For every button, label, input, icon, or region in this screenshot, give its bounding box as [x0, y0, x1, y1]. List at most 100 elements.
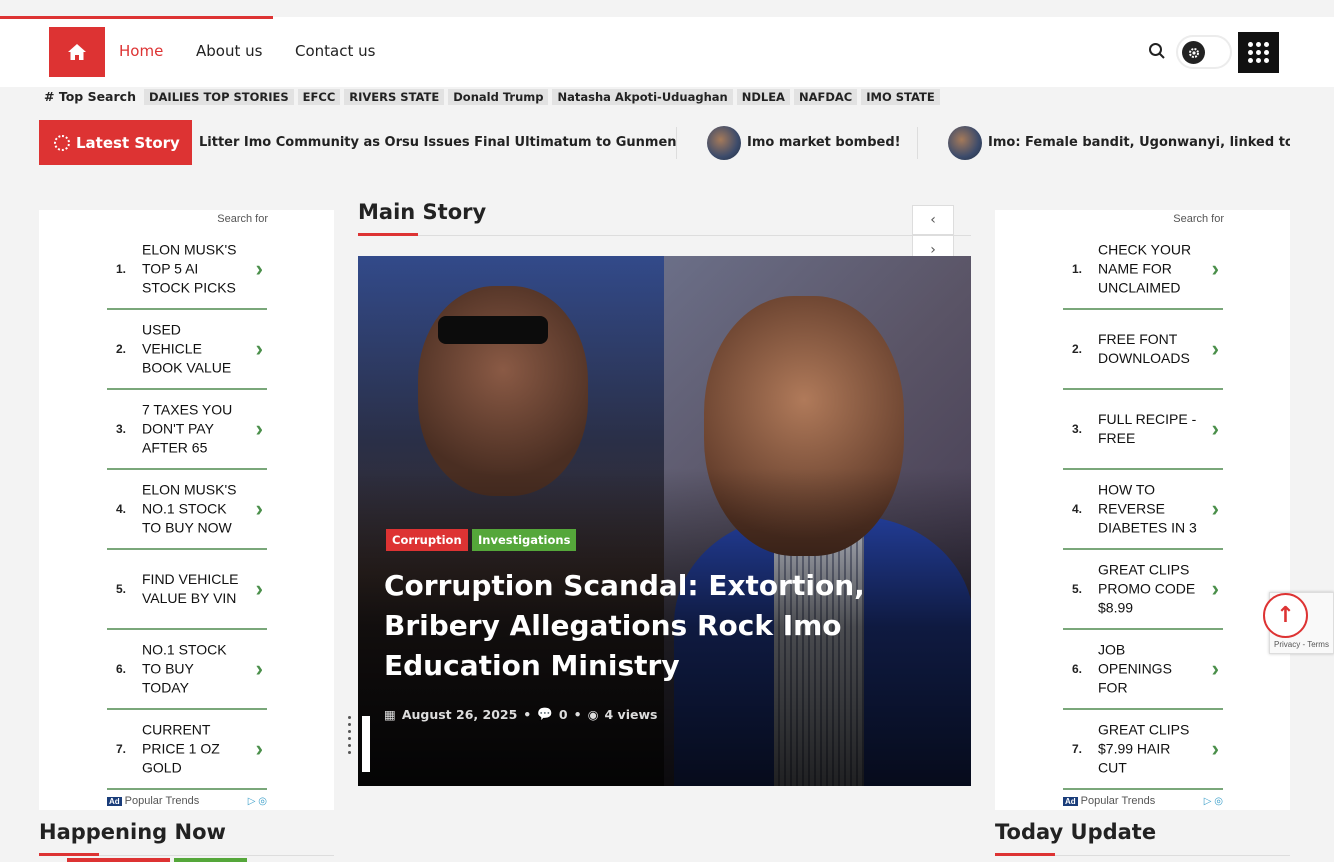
ad-link[interactable]: 7. CURRENT PRICE 1 OZ GOLD ›: [107, 710, 267, 790]
chevron-right-icon: ›: [1211, 496, 1219, 521]
tag-link[interactable]: DAILIES TOP STORIES: [143, 88, 294, 105]
comment-count[interactable]: 0: [559, 707, 568, 722]
ad-footer: Ad Popular Trends ▷ ◎: [107, 795, 267, 807]
chevron-right-icon: ›: [1211, 336, 1219, 361]
calendar-icon: ▦: [384, 706, 396, 722]
ad-text[interactable]: NO.1 STOCK TO BUY TODAY: [142, 641, 242, 698]
main-story-heading: Main Story: [358, 200, 487, 224]
ad-link[interactable]: 5. GREAT CLIPS PROMO CODE $8.99 ›: [1063, 550, 1223, 630]
category-strip: [67, 858, 170, 862]
chevron-right-icon: ›: [1211, 656, 1219, 681]
ad-link[interactable]: 4. HOW TO REVERSE DIABETES IN 3 ›: [1063, 470, 1223, 550]
heading-underline: [358, 233, 418, 236]
search-icon[interactable]: [1148, 42, 1166, 60]
ad-link[interactable]: 2. USED VEHICLE BOOK VALUE ›: [107, 310, 267, 390]
tag-link[interactable]: IMO STATE: [861, 88, 940, 105]
ad-link[interactable]: 3. 7 TAXES YOU DON'T PAY AFTER 65 ›: [107, 390, 267, 470]
chevron-right-icon: ›: [255, 736, 263, 761]
scroll-to-top-button[interactable]: ↑: [1263, 593, 1308, 638]
chevron-left-icon: ‹: [930, 212, 936, 228]
ad-number: 7.: [1072, 742, 1083, 756]
ticker-item-title[interactable]: Imo: Female bandit, Ugonwanyi, linked to…: [988, 135, 1290, 150]
ad-link[interactable]: 3. FULL RECIPE - FREE ›: [1063, 390, 1223, 470]
latest-story-label: Latest Story: [39, 120, 192, 165]
chevron-right-icon: ›: [1211, 416, 1219, 441]
ad-link[interactable]: 6. JOB OPENINGS FOR ›: [1063, 630, 1223, 710]
grid-menu-button[interactable]: [1238, 32, 1279, 73]
loading-spinner-icon: [54, 134, 70, 151]
header-accent-line: [0, 16, 273, 19]
tag-link[interactable]: Donald Trump: [448, 88, 549, 105]
eye-icon: ◉: [587, 706, 599, 722]
nav-about-us[interactable]: About us: [196, 42, 262, 60]
ad-link[interactable]: 2. FREE FONT DOWNLOADS ›: [1063, 310, 1223, 390]
nav-home[interactable]: Home: [119, 42, 163, 60]
tag-link[interactable]: RIVERS STATE: [344, 88, 445, 105]
ad-link[interactable]: 6. NO.1 STOCK TO BUY TODAY ›: [107, 630, 267, 710]
ad-text[interactable]: CHECK YOUR NAME FOR UNCLAIMED: [1098, 241, 1198, 298]
ad-link[interactable]: 4. ELON MUSK'S NO.1 STOCK TO BUY NOW ›: [107, 470, 267, 550]
category-badge-corruption[interactable]: Corruption: [386, 529, 468, 551]
ad-link[interactable]: 7. GREAT CLIPS $7.99 HAIR CUT ›: [1063, 710, 1223, 790]
main-story-card[interactable]: Corruption Investigations Corruption Sca…: [358, 256, 971, 786]
ad-number: 3.: [116, 422, 127, 436]
story-meta: ▦ August 26, 2025 • 💬 0 • ◉ 4 views: [384, 706, 663, 722]
tag-link[interactable]: NAFDAC: [793, 88, 858, 105]
heading-rule: [99, 855, 334, 856]
heading-rule: [1055, 855, 1290, 856]
drag-handle-icon[interactable]: [346, 716, 354, 766]
heading-underline: [39, 853, 99, 856]
ad-text[interactable]: JOB OPENINGS FOR: [1098, 641, 1198, 698]
theme-toggle[interactable]: [1176, 35, 1232, 69]
heading-rule: [418, 235, 971, 236]
ticker-item[interactable]: Imo: Female bandit, Ugonwanyi, linked to…: [948, 120, 1290, 165]
ticker-item[interactable]: Litter Imo Community as Orsu Issues Fina…: [199, 120, 677, 165]
ad-link[interactable]: 5. FIND VEHICLE VALUE BY VIN ›: [107, 550, 267, 630]
home-button[interactable]: [49, 27, 105, 77]
ad-text[interactable]: FIND VEHICLE VALUE BY VIN: [142, 570, 242, 608]
ad-link[interactable]: 1. CHECK YOUR NAME FOR UNCLAIMED ›: [1063, 230, 1223, 310]
ad-choices-icon[interactable]: ▷ ◎: [248, 796, 267, 807]
ad-number: 4.: [1072, 502, 1083, 516]
chevron-right-icon: ›: [255, 656, 263, 681]
ad-number: 3.: [1072, 422, 1083, 436]
category-badge-investigations[interactable]: Investigations: [472, 529, 577, 551]
ad-badge: Ad: [1063, 796, 1078, 806]
ad-text[interactable]: FULL RECIPE - FREE: [1098, 410, 1198, 448]
ad-text[interactable]: FREE FONT DOWNLOADS: [1098, 330, 1198, 368]
ad-text[interactable]: HOW TO REVERSE DIABETES IN 3: [1098, 481, 1198, 538]
comment-icon: 💬: [537, 706, 553, 721]
ad-footer-text: Popular Trends: [1080, 795, 1156, 807]
tag-link[interactable]: EFCC: [297, 88, 341, 105]
tag-link[interactable]: Natasha Akpoti-Uduaghan: [552, 88, 733, 105]
ad-choices-icon[interactable]: ▷ ◎: [1204, 796, 1223, 807]
ad-text[interactable]: ELON MUSK'S NO.1 STOCK TO BUY NOW: [142, 481, 242, 538]
ad-number: 5.: [1072, 582, 1083, 596]
ad-link[interactable]: 1. ELON MUSK'S TOP 5 AI STOCK PICKS ›: [107, 230, 267, 310]
top-search-bar: # Top Search DAILIES TOP STORIES EFCC RI…: [44, 88, 944, 105]
chevron-right-icon: ›: [1211, 256, 1219, 281]
meta-separator: •: [523, 706, 532, 722]
recaptcha-text[interactable]: Privacy - Terms: [1274, 640, 1329, 649]
floating-toolbar[interactable]: [362, 716, 370, 772]
chevron-right-icon: ›: [1211, 576, 1219, 601]
ad-text[interactable]: GREAT CLIPS $7.99 HAIR CUT: [1098, 721, 1198, 778]
ad-badge: Ad: [107, 796, 122, 806]
tag-link[interactable]: NDLEA: [736, 88, 790, 105]
story-headline[interactable]: Corruption Scandal: Extortion, Bribery A…: [384, 566, 904, 686]
view-count: 4 views: [604, 706, 658, 722]
ticker-item[interactable]: Imo market bombed!: [707, 120, 901, 165]
ad-text[interactable]: 7 TAXES YOU DON'T PAY AFTER 65: [142, 401, 242, 458]
ad-text[interactable]: ELON MUSK'S TOP 5 AI STOCK PICKS: [142, 241, 242, 298]
nav-contact-us[interactable]: Contact us: [295, 42, 375, 60]
ad-number: 7.: [116, 742, 127, 756]
ticker-item-title[interactable]: Litter Imo Community as Orsu Issues Fina…: [199, 135, 677, 150]
top-search-label: # Top Search: [44, 89, 136, 104]
news-ticker: Litter Imo Community as Orsu Issues Fina…: [199, 120, 1290, 165]
story-date: August 26, 2025: [401, 706, 518, 722]
ad-text[interactable]: CURRENT PRICE 1 OZ GOLD: [142, 721, 242, 778]
ticker-item-title[interactable]: Imo market bombed!: [747, 135, 901, 150]
ad-text[interactable]: GREAT CLIPS PROMO CODE $8.99: [1098, 561, 1198, 618]
slider-prev-button[interactable]: ‹: [912, 205, 954, 235]
ad-text[interactable]: USED VEHICLE BOOK VALUE: [142, 321, 242, 378]
